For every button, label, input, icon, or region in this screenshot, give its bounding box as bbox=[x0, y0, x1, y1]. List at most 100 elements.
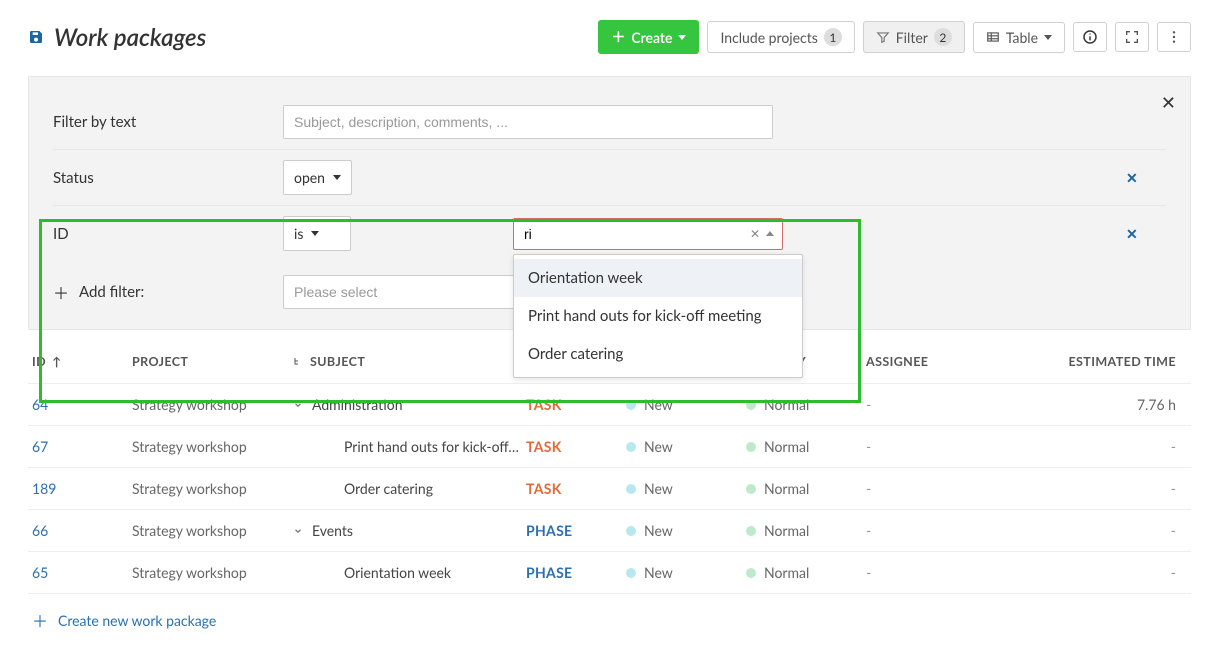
chevron-down-icon bbox=[293, 526, 303, 536]
priority-dot-icon bbox=[746, 568, 756, 578]
wp-priority: Normal bbox=[746, 564, 866, 581]
wp-subject-cell: Order catering bbox=[292, 480, 526, 497]
chevron-down-icon bbox=[311, 231, 319, 236]
work-packages-table: ID ↑ PROJECT SUBJECT TYPE STATUS PRIORIT… bbox=[28, 338, 1191, 646]
save-icon[interactable] bbox=[28, 29, 44, 45]
include-projects-button[interactable]: Include projects 1 bbox=[707, 21, 854, 53]
priority-dot-icon bbox=[746, 442, 756, 452]
status-dot-icon bbox=[626, 484, 636, 494]
create-button-label: Create bbox=[631, 29, 672, 46]
wp-estimated: - bbox=[1026, 564, 1176, 581]
toolbar: ＋ Create Include projects 1 Filter 2 Tab… bbox=[598, 20, 1191, 54]
status-operator-select[interactable]: open bbox=[283, 160, 352, 195]
id-value-input[interactable] bbox=[522, 225, 744, 243]
filter-text-input[interactable] bbox=[283, 105, 773, 139]
filter-status-label: Status bbox=[53, 169, 283, 187]
wp-type: TASK bbox=[526, 480, 626, 497]
wp-subject: Order catering bbox=[344, 480, 433, 497]
id-value-combobox[interactable]: ✕ bbox=[513, 218, 783, 250]
wp-id-link[interactable]: 67 bbox=[32, 438, 132, 455]
status-dot-icon bbox=[626, 442, 636, 452]
info-icon bbox=[1082, 29, 1098, 45]
id-autocomplete-dropdown: Orientation week Print hand outs for kic… bbox=[513, 254, 803, 378]
create-work-package-link[interactable]: ＋ Create new work package bbox=[28, 593, 1191, 646]
row-expander[interactable] bbox=[292, 400, 304, 410]
dropdown-option[interactable]: Orientation week bbox=[514, 259, 802, 297]
expand-icon bbox=[1124, 29, 1140, 45]
priority-dot-icon bbox=[746, 484, 756, 494]
funnel-icon bbox=[876, 30, 890, 44]
fullscreen-button[interactable] bbox=[1115, 22, 1149, 52]
wp-id-link[interactable]: 66 bbox=[32, 522, 132, 539]
dropdown-option[interactable]: Order catering bbox=[514, 335, 802, 373]
wp-id-link[interactable]: 65 bbox=[32, 564, 132, 581]
hierarchy-icon bbox=[292, 356, 304, 368]
filter-text-label: Filter by text bbox=[53, 113, 283, 131]
create-button[interactable]: ＋ Create bbox=[598, 20, 699, 54]
table-row[interactable]: 67Strategy workshop Print hand outs for k… bbox=[28, 425, 1191, 467]
wp-id-link[interactable]: 64 bbox=[32, 396, 132, 413]
wp-assignee: - bbox=[866, 438, 1026, 455]
plus-icon: ＋ bbox=[32, 608, 48, 632]
clear-icon[interactable]: ✕ bbox=[750, 226, 760, 241]
wp-subject-cell: Events bbox=[292, 522, 526, 539]
plus-icon: ＋ bbox=[611, 27, 625, 47]
wp-subject-cell: Print hand outs for kick-off… bbox=[292, 438, 526, 455]
wp-type: PHASE bbox=[526, 564, 626, 581]
chevron-down-icon bbox=[333, 175, 341, 180]
status-dot-icon bbox=[626, 400, 636, 410]
wp-subject-cell: Administration bbox=[292, 396, 526, 413]
wp-assignee: - bbox=[866, 396, 1026, 413]
filter-panel: ✕ Filter by text Status open ✕ ID bbox=[28, 76, 1191, 330]
wp-project: Strategy workshop bbox=[132, 564, 292, 581]
wp-subject: Administration bbox=[312, 396, 403, 413]
wp-status: New bbox=[626, 480, 746, 497]
wp-priority: Normal bbox=[746, 480, 866, 497]
chevron-down-icon bbox=[293, 400, 303, 410]
wp-subject: Events bbox=[312, 522, 353, 539]
wp-priority: Normal bbox=[746, 438, 866, 455]
col-assignee[interactable]: ASSIGNEE bbox=[866, 354, 1026, 369]
filter-button[interactable]: Filter 2 bbox=[863, 21, 965, 53]
close-icon[interactable]: ✕ bbox=[1161, 91, 1176, 114]
info-button[interactable] bbox=[1073, 22, 1107, 52]
create-work-package-label: Create new work package bbox=[58, 612, 216, 629]
wp-assignee: - bbox=[866, 522, 1026, 539]
view-mode-button[interactable]: Table bbox=[973, 22, 1065, 53]
wp-status: New bbox=[626, 438, 746, 455]
wp-project: Strategy workshop bbox=[132, 396, 292, 413]
id-operator-select[interactable]: is bbox=[283, 216, 351, 251]
col-project[interactable]: PROJECT bbox=[132, 354, 292, 369]
wp-type: TASK bbox=[526, 396, 626, 413]
wp-estimated: - bbox=[1026, 522, 1176, 539]
table-row[interactable]: 66Strategy workshopEventsPHASENewNormal-… bbox=[28, 509, 1191, 551]
wp-project: Strategy workshop bbox=[132, 480, 292, 497]
sort-asc-icon: ↑ bbox=[52, 354, 61, 369]
row-expander[interactable] bbox=[292, 526, 304, 536]
table-row[interactable]: 189Strategy workshop Order catering TASKNe… bbox=[28, 467, 1191, 509]
table-row[interactable]: 65Strategy workshop Orientation week PHASE… bbox=[28, 551, 1191, 593]
wp-priority: Normal bbox=[746, 522, 866, 539]
page-header: Work packages ＋ Create Include projects … bbox=[28, 20, 1191, 54]
dropdown-option[interactable]: Print hand outs for kick-off meeting bbox=[514, 297, 802, 335]
remove-status-filter[interactable]: ✕ bbox=[1126, 169, 1138, 187]
wp-status: New bbox=[626, 396, 746, 413]
col-estimated[interactable]: ESTIMATED TIME bbox=[1026, 354, 1176, 369]
chevron-up-icon[interactable] bbox=[766, 231, 774, 236]
col-subject[interactable]: SUBJECT bbox=[292, 354, 526, 369]
wp-type: PHASE bbox=[526, 522, 626, 539]
table-row[interactable]: 64Strategy workshop Administration TASKNew… bbox=[28, 383, 1191, 425]
wp-subject: Print hand outs for kick-off… bbox=[344, 438, 519, 455]
col-id[interactable]: ID ↑ bbox=[32, 354, 132, 369]
more-button[interactable] bbox=[1157, 22, 1191, 52]
wp-assignee: - bbox=[866, 564, 1026, 581]
wp-subject: Orientation week bbox=[344, 564, 451, 581]
plus-icon: ＋ bbox=[53, 280, 69, 304]
page-title: Work packages bbox=[54, 23, 206, 52]
include-projects-label: Include projects bbox=[720, 29, 817, 46]
filter-count: 2 bbox=[934, 28, 952, 46]
wp-type: TASK bbox=[526, 438, 626, 455]
remove-id-filter[interactable]: ✕ bbox=[1126, 225, 1138, 243]
wp-id-link[interactable]: 189 bbox=[32, 480, 132, 497]
wp-project: Strategy workshop bbox=[132, 438, 292, 455]
